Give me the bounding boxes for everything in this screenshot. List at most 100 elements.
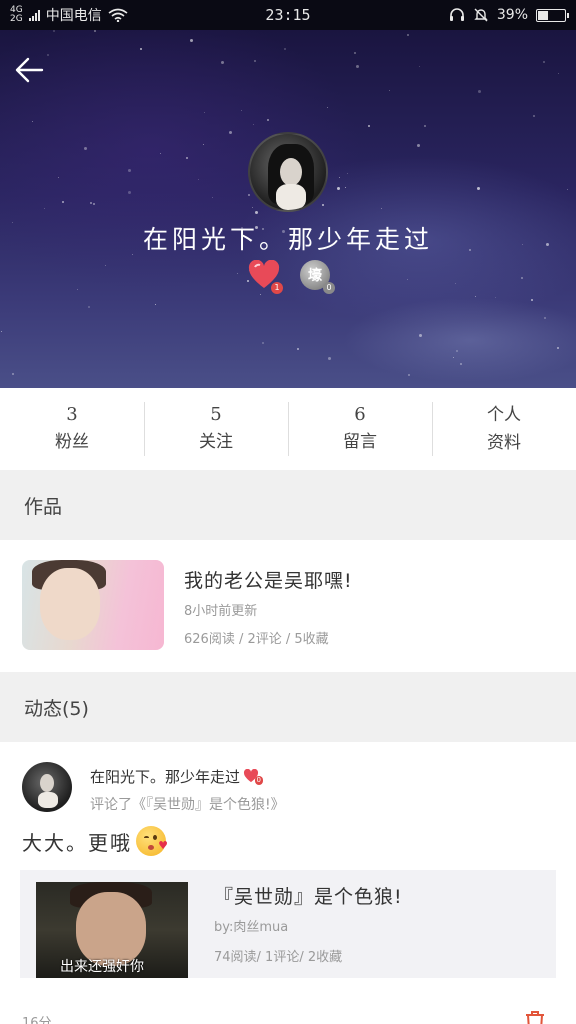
star-decoration bbox=[531, 299, 533, 301]
star-decoration bbox=[254, 60, 256, 62]
shared-work-card[interactable]: 出来还强奸你 『吴世勋』是个色狼! by:肉丝mua 74阅读/ 1评论/ 2收… bbox=[20, 870, 556, 978]
post-user-avatar[interactable] bbox=[22, 762, 72, 812]
back-button[interactable] bbox=[10, 50, 50, 90]
star-decoration bbox=[455, 283, 456, 284]
star-decoration bbox=[453, 357, 454, 358]
wealth-badge[interactable]: 壕 0 bbox=[300, 260, 335, 294]
star-decoration bbox=[12, 373, 14, 375]
star-decoration bbox=[419, 66, 420, 67]
star-decoration bbox=[203, 144, 204, 145]
stat-fans-count: 3 bbox=[66, 404, 78, 425]
star-decoration bbox=[241, 110, 242, 111]
star-decoration bbox=[419, 334, 422, 337]
heart-badge[interactable]: 1 bbox=[248, 259, 283, 294]
post-text-content: 大大。更哦 bbox=[22, 830, 132, 855]
work-stats: 626阅读 / 2评论 / 5收藏 bbox=[184, 632, 329, 647]
star-decoration bbox=[328, 357, 331, 360]
star-decoration bbox=[322, 204, 324, 206]
network-2g: 2G bbox=[10, 14, 23, 24]
star-decoration bbox=[77, 289, 78, 290]
shared-cover-caption: 出来还强奸你 bbox=[60, 959, 144, 975]
trash-icon[interactable] bbox=[522, 1010, 548, 1024]
shared-work-cover: 出来还强奸你 bbox=[36, 882, 188, 978]
work-item[interactable]: 我的老公是吴耶嘿! 8小时前更新 626阅读 / 2评论 / 5收藏 bbox=[0, 540, 576, 670]
stat-messages[interactable]: 6 留言 bbox=[288, 388, 432, 470]
star-decoration bbox=[456, 350, 458, 352]
star-decoration bbox=[160, 153, 161, 154]
post-user-name: 在阳光下。那少年走过 bbox=[90, 768, 241, 786]
star-decoration bbox=[62, 201, 64, 203]
shared-work-stats: 74阅读/ 1评论/ 2收藏 bbox=[214, 950, 343, 965]
star-decoration bbox=[84, 147, 87, 150]
star-decoration bbox=[477, 187, 480, 190]
stat-messages-count: 6 bbox=[354, 404, 366, 425]
star-decoration bbox=[495, 297, 496, 298]
post-time: 16分 bbox=[22, 1016, 52, 1024]
activity-post: 在阳光下。那少年走过 0 评论了《『吴世勋』是个色狼!》 大大。更哦 ♥ 出来还… bbox=[0, 742, 576, 1024]
wealth-count: 0 bbox=[323, 282, 335, 294]
post-text: 大大。更哦 ♥ bbox=[22, 826, 168, 856]
star-decoration bbox=[381, 208, 382, 209]
star-decoration bbox=[475, 296, 476, 297]
star-decoration bbox=[327, 107, 328, 108]
star-decoration bbox=[140, 48, 142, 50]
network-type: 4G 2G bbox=[10, 6, 23, 24]
stat-following-label: 关注 bbox=[199, 432, 233, 452]
star-decoration bbox=[543, 61, 545, 63]
profile-stats: 3 粉丝 5 关注 6 留言 个人 资料 bbox=[0, 388, 576, 470]
stat-fans[interactable]: 3 粉丝 bbox=[0, 388, 144, 470]
star-decoration bbox=[558, 73, 559, 74]
signal-icon bbox=[28, 9, 40, 21]
star-decoration bbox=[354, 52, 356, 54]
star-decoration bbox=[407, 279, 408, 280]
carrier-name: 中国电信 bbox=[45, 8, 102, 24]
star-decoration bbox=[88, 306, 90, 308]
star-decoration bbox=[237, 273, 238, 274]
star-decoration bbox=[155, 304, 156, 305]
star-decoration bbox=[190, 39, 193, 42]
star-decoration bbox=[521, 277, 523, 279]
stat-profile[interactable]: 个人 资料 bbox=[432, 388, 576, 470]
star-decoration bbox=[297, 348, 299, 350]
star-decoration bbox=[212, 197, 213, 198]
star-decoration bbox=[267, 119, 269, 121]
star-decoration bbox=[345, 187, 346, 188]
post-user-heart-badge: 0 bbox=[243, 768, 264, 785]
wifi-icon bbox=[108, 8, 128, 22]
star-decoration bbox=[424, 125, 426, 127]
work-title: 我的老公是吴耶嘿! bbox=[184, 570, 353, 592]
star-decoration bbox=[417, 144, 420, 147]
star-decoration bbox=[557, 347, 559, 349]
star-decoration bbox=[248, 194, 250, 196]
arrow-left-icon bbox=[15, 57, 44, 83]
work-updated: 8小时前更新 bbox=[184, 604, 258, 619]
heart-count: 1 bbox=[271, 282, 283, 294]
works-section-title: 作品 bbox=[0, 470, 576, 540]
star-decoration bbox=[262, 342, 264, 344]
star-decoration bbox=[32, 121, 33, 122]
profile-avatar[interactable] bbox=[248, 132, 328, 212]
headphones-icon bbox=[449, 8, 464, 21]
post-user[interactable]: 在阳光下。那少年走过 0 bbox=[90, 766, 264, 787]
star-decoration bbox=[53, 30, 55, 32]
profile-header: 在阳光下。那少年走过 1 壕 0 bbox=[0, 30, 576, 388]
star-decoration bbox=[544, 317, 546, 319]
star-decoration bbox=[90, 202, 92, 204]
profile-name: 在阳光下。那少年走过 bbox=[142, 225, 433, 254]
star-decoration bbox=[105, 265, 106, 266]
star-decoration bbox=[221, 61, 224, 64]
star-decoration bbox=[347, 173, 348, 174]
stat-profile-label-2: 资料 bbox=[487, 433, 521, 453]
star-decoration bbox=[337, 187, 340, 190]
star-decoration bbox=[408, 374, 410, 376]
stat-following[interactable]: 5 关注 bbox=[144, 388, 288, 470]
star-decoration bbox=[1, 331, 2, 332]
kiss-emoji-icon: ♥ bbox=[136, 826, 168, 856]
star-decoration bbox=[58, 177, 59, 178]
stat-profile-label-1: 个人 bbox=[487, 405, 521, 425]
star-decoration bbox=[460, 363, 462, 365]
star-decoration bbox=[339, 177, 340, 178]
activity-section-title: 动态(5) bbox=[0, 672, 576, 742]
star-decoration bbox=[389, 90, 390, 91]
stat-fans-label: 粉丝 bbox=[55, 432, 89, 452]
